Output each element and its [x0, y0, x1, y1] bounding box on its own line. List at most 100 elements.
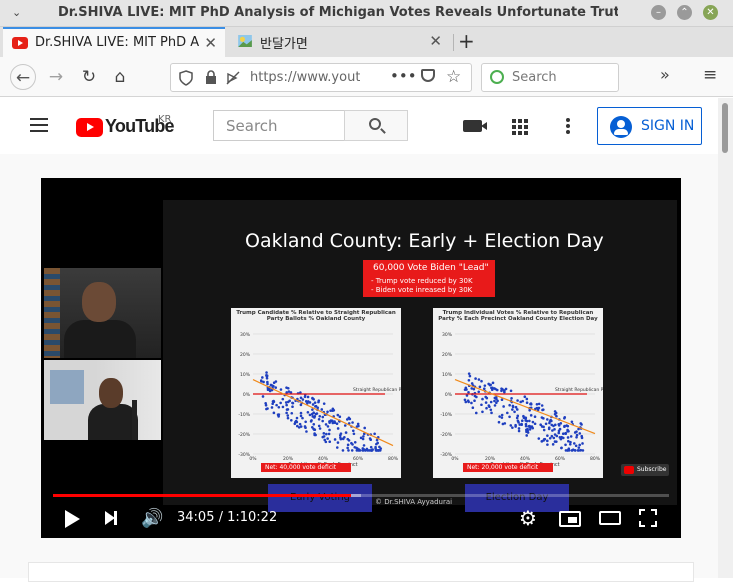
window-menu-chevron-icon[interactable]: ⌄: [12, 6, 21, 19]
scatter-point: [535, 402, 539, 406]
scatter-point: [488, 405, 491, 409]
scatter-point: [481, 397, 484, 401]
page-scrollbar[interactable]: [718, 98, 733, 578]
close-tab-icon[interactable]: ✕: [204, 34, 217, 52]
scatter-point: [331, 409, 334, 412]
played-bar: [53, 494, 352, 497]
scatter-point: [364, 449, 367, 452]
next-video-button[interactable]: [105, 511, 117, 525]
address-bar[interactable]: https://www.youtube.com ••• ☆: [170, 63, 472, 92]
pocket-icon[interactable]: [421, 69, 435, 82]
scatter-point: [572, 442, 576, 445]
scatter-point: [566, 430, 569, 433]
youtube-search-button[interactable]: [344, 110, 408, 141]
miniplayer-icon[interactable]: [559, 511, 581, 527]
scatter-point: [355, 425, 359, 428]
scatter-point: [551, 443, 555, 446]
new-tab-button[interactable]: +: [458, 29, 475, 53]
scatter-point: [546, 418, 549, 421]
scatter-point: [470, 401, 473, 405]
scatter-point: [546, 443, 549, 446]
scatter-point: [498, 415, 501, 418]
net-deficit-label: Net: 20,000 vote deficit: [463, 463, 553, 472]
site-info-icon[interactable]: [179, 70, 193, 86]
scatter-point: [356, 422, 360, 426]
overflow-menu-icon[interactable]: »: [660, 65, 670, 84]
guide-menu-icon[interactable]: [30, 118, 48, 132]
y-tick-label: -10%: [238, 412, 250, 418]
scatter-point: [308, 401, 312, 404]
scatter-point: [525, 430, 528, 434]
maximize-button[interactable]: ⌃: [677, 5, 692, 20]
reload-button[interactable]: ↻: [76, 64, 102, 90]
settings-kebab-icon[interactable]: [566, 118, 570, 136]
minimize-button[interactable]: –: [651, 5, 666, 20]
theater-mode-icon[interactable]: [599, 511, 621, 525]
scatter-point: [368, 449, 372, 452]
scatter-point: [327, 432, 331, 436]
scatter-point: [322, 402, 326, 405]
url-text[interactable]: https://www.youtube.com: [250, 70, 360, 85]
scatter-point: [285, 391, 288, 394]
lock-icon[interactable]: [205, 70, 217, 85]
scatter-point: [490, 386, 493, 390]
scatter-point: [504, 387, 508, 391]
scatter-point: [261, 395, 265, 398]
navigation-toolbar: ← → ↻ ⌂ https://www.youtube.com ••• ☆ Se…: [0, 57, 733, 97]
scatter-point: [525, 419, 529, 423]
callout-bullet: - Trump vote reduced by 30K: [371, 277, 473, 285]
scatter-point: [468, 374, 472, 378]
scatter-point: [566, 436, 570, 439]
create-video-icon[interactable]: [463, 120, 487, 132]
scatter-point: [544, 422, 548, 426]
bookmark-star-icon[interactable]: ☆: [446, 67, 461, 87]
video-player[interactable]: Oakland County: Early + Election Day 60,…: [41, 178, 681, 538]
settings-gear-icon[interactable]: ⚙: [519, 506, 537, 530]
video-progress-bar[interactable]: [53, 494, 669, 497]
window-titlebar: ⌄ Dr.SHIVA LIVE: MIT PhD Analysis of Mic…: [0, 0, 733, 27]
tab-youtube[interactable]: Dr.SHIVA LIVE: MIT PhD Analysis of Michi…: [3, 27, 225, 57]
scatter-point: [511, 426, 514, 429]
scatter-point: [515, 408, 519, 411]
scatter-point: [304, 400, 308, 403]
scatter-point: [306, 395, 310, 399]
scatter-point: [564, 432, 568, 435]
scatter-point: [328, 440, 332, 444]
browser-search-box[interactable]: Search: [481, 63, 619, 92]
scatter-point: [277, 413, 280, 417]
tab-bandalgamyeon[interactable]: 반달가면 ✕: [228, 27, 450, 57]
scatter-point: [555, 434, 559, 438]
subscribe-watermark[interactable]: Subscribe: [621, 464, 669, 476]
home-button[interactable]: ⌂: [107, 64, 133, 90]
close-window-button[interactable]: ✕: [703, 5, 718, 20]
youtube-search-input[interactable]: Search: [213, 110, 345, 141]
autoplay-blocked-icon[interactable]: [225, 70, 241, 86]
volume-icon[interactable]: 🔊: [141, 508, 163, 529]
scatter-point: [309, 420, 313, 423]
slide-copyright: © Dr.SHIVA Ayyadurai: [375, 498, 453, 506]
scatter-point: [548, 436, 552, 440]
sign-in-button[interactable]: SIGN IN: [597, 107, 702, 145]
page-actions-icon[interactable]: •••: [390, 67, 417, 85]
apps-grid-icon[interactable]: [512, 119, 528, 135]
back-button[interactable]: ←: [10, 64, 36, 90]
window-title: Dr.SHIVA LIVE: MIT PhD Analysis of Michi…: [58, 5, 618, 20]
x-tick-label: 0%: [451, 456, 459, 462]
close-tab-icon[interactable]: ✕: [429, 32, 442, 50]
scatter-point: [553, 428, 556, 431]
fullscreen-icon[interactable]: [639, 509, 657, 527]
scatter-point: [517, 427, 521, 430]
scatter-point: [477, 390, 481, 394]
scatter-point: [566, 424, 570, 428]
scrollbar-thumb[interactable]: [722, 103, 728, 153]
forward-button[interactable]: →: [43, 64, 69, 90]
play-button[interactable]: [65, 510, 80, 528]
hamburger-menu-icon[interactable]: ≡: [703, 65, 717, 85]
scatter-point: [529, 402, 533, 405]
scatter-point: [312, 422, 316, 426]
scatter-point: [311, 397, 314, 400]
scatter-point: [489, 408, 493, 412]
scatter-point: [490, 411, 493, 415]
scatter-point: [510, 396, 513, 400]
scatter-point: [559, 422, 563, 425]
